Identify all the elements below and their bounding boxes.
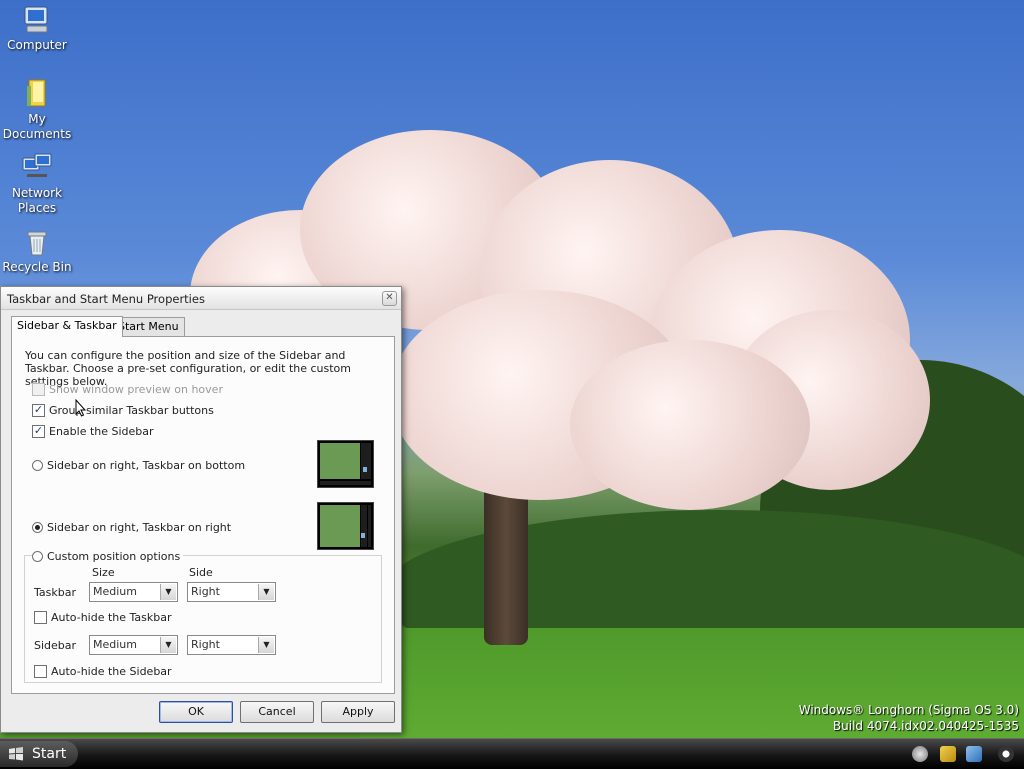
preview-right-bottom[interactable]	[317, 440, 374, 488]
taskbar-row-label: Taskbar	[34, 586, 76, 599]
taskbar-properties-dialog: Taskbar and Start Menu Properties ✕ Side…	[0, 286, 402, 733]
side-column-header: Side	[189, 566, 213, 579]
system-tray	[906, 740, 1024, 768]
apply-button[interactable]: Apply	[321, 701, 395, 723]
close-icon[interactable]: ✕	[382, 291, 397, 306]
dialog-title: Taskbar and Start Menu Properties	[7, 292, 205, 306]
option-enable-sidebar[interactable]: ✓ Enable the Sidebar	[32, 424, 154, 439]
desktop-icon-label: Network Places	[11, 186, 63, 215]
enable-sidebar-checkbox[interactable]: ✓	[32, 424, 45, 438]
recycle-bin-icon	[27, 231, 47, 256]
option-autohide-taskbar[interactable]: Auto-hide the Taskbar	[34, 610, 172, 625]
watermark-build: Build 4074.idx02.040425-1535	[832, 719, 1019, 733]
layout-right-right-radio[interactable]	[32, 521, 43, 533]
desktop-icon-label: Recycle Bin	[2, 260, 72, 274]
autohide-taskbar-label: Auto-hide the Taskbar	[51, 611, 172, 624]
show-preview-checkbox	[32, 382, 45, 396]
folder-documents-icon	[27, 79, 46, 107]
network-icon	[22, 153, 52, 177]
watermark-edition: Windows® Longhorn (Sigma OS 3.0)	[798, 703, 1019, 717]
cancel-button[interactable]: Cancel	[240, 701, 314, 723]
sidebar-side-select[interactable]: Right ▼	[187, 635, 276, 655]
layout-right-bottom[interactable]: Sidebar on right, Taskbar on bottom	[32, 459, 245, 472]
chevron-down-icon[interactable]: ▼	[258, 584, 274, 600]
preview-right-right[interactable]	[317, 502, 374, 550]
desktop-icon-label: Computer	[7, 38, 67, 52]
autohide-sidebar-checkbox[interactable]	[34, 664, 47, 678]
sidebar-size-select[interactable]: Medium ▼	[89, 635, 178, 655]
desktop-icon-computer[interactable]: Computer	[2, 4, 72, 53]
group-similar-label: Group similar Taskbar buttons	[49, 404, 214, 417]
show-preview-label: Show window preview on hover	[49, 383, 223, 396]
start-button[interactable]: Start	[0, 741, 78, 767]
autohide-sidebar-label: Auto-hide the Sidebar	[51, 665, 172, 678]
desktop-icon-recycle-bin[interactable]: Recycle Bin	[2, 226, 72, 275]
sidebar-side-value: Right	[191, 638, 220, 651]
custom-options-group: Size Side Taskbar Medium ▼ Right ▼ Auto-…	[24, 555, 382, 683]
desktop-icon-network-places[interactable]: Network Places	[2, 152, 72, 216]
tab-panel: You can configure the position and size …	[11, 336, 395, 694]
option-group-similar[interactable]: ✓ Group similar Taskbar buttons	[32, 403, 214, 418]
layout-custom-radio[interactable]	[32, 550, 43, 562]
option-show-preview: Show window preview on hover	[32, 382, 223, 397]
sidebar-size-value: Medium	[93, 638, 137, 651]
layout-right-bottom-label: Sidebar on right, Taskbar on bottom	[47, 459, 246, 472]
disc-icon[interactable]	[912, 746, 928, 762]
chevron-down-icon[interactable]: ▼	[160, 637, 176, 653]
clock-icon[interactable]	[998, 746, 1014, 762]
ok-button[interactable]: OK	[159, 701, 233, 723]
layout-right-right-label: Sidebar on right, Taskbar on right	[47, 521, 232, 534]
group-similar-checkbox[interactable]: ✓	[32, 403, 45, 417]
desktop-icon-my-documents[interactable]: My Documents	[2, 78, 72, 142]
sidebar-row-label: Sidebar	[34, 639, 77, 652]
folder-icon[interactable]	[940, 746, 956, 762]
tab-sidebar-taskbar[interactable]: Sidebar & Taskbar	[11, 316, 123, 337]
taskbar-side-value: Right	[191, 585, 220, 598]
enable-sidebar-label: Enable the Sidebar	[49, 425, 154, 438]
mouse-cursor-icon	[75, 399, 87, 417]
build-watermark: Windows® Longhorn (Sigma OS 3.0) Build 4…	[799, 702, 1019, 734]
computer-icon	[24, 6, 48, 33]
taskbar: Start	[0, 738, 1024, 769]
taskbar-size-value: Medium	[93, 585, 137, 598]
chevron-down-icon[interactable]: ▼	[258, 637, 274, 653]
option-autohide-sidebar[interactable]: Auto-hide the Sidebar	[34, 664, 172, 679]
network-icon[interactable]	[966, 746, 982, 762]
layout-right-bottom-radio[interactable]	[32, 459, 43, 471]
taskbar-size-select[interactable]: Medium ▼	[89, 582, 178, 602]
dialog-titlebar[interactable]: Taskbar and Start Menu Properties ✕	[1, 287, 401, 310]
windows-flag-icon	[9, 747, 23, 761]
desktop-icon-label: My Documents	[2, 112, 72, 141]
layout-right-right[interactable]: Sidebar on right, Taskbar on right	[32, 521, 231, 534]
chevron-down-icon[interactable]: ▼	[160, 584, 176, 600]
size-column-header: Size	[92, 566, 115, 579]
tab-start-menu[interactable]: Start Menu	[112, 317, 185, 336]
start-label: Start	[32, 746, 67, 762]
layout-custom-label: Custom position options	[47, 550, 181, 563]
autohide-taskbar-checkbox[interactable]	[34, 610, 47, 624]
layout-custom[interactable]: Custom position options	[32, 550, 184, 563]
taskbar-side-select[interactable]: Right ▼	[187, 582, 276, 602]
